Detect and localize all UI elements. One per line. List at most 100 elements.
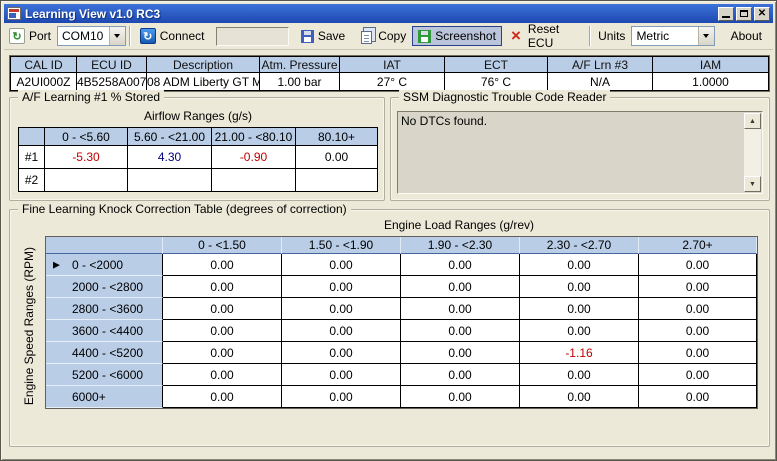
af-col-header[interactable]: 80.10+ <box>296 128 378 146</box>
knock-value-cell[interactable]: 0.00 <box>401 276 520 298</box>
af-corner-cell[interactable] <box>19 128 45 146</box>
knock-value-cell[interactable]: 0.00 <box>163 320 282 342</box>
knock-value-cell[interactable]: 0.00 <box>639 386 757 408</box>
af-value-cell[interactable]: -5.30 <box>45 146 128 169</box>
knock-row-header[interactable]: 5200 - <6000 <box>46 364 163 386</box>
knock-value-cell[interactable]: 0.00 <box>639 342 757 364</box>
close-button[interactable]: ✕ <box>754 7 770 21</box>
knock-value-cell[interactable]: 0.00 <box>282 320 401 342</box>
knock-value-cell[interactable]: 0.00 <box>163 298 282 320</box>
knock-value-cell[interactable]: 0.00 <box>401 364 520 386</box>
af-col-header[interactable]: 21.00 - <80.10 <box>212 128 296 146</box>
knock-value-cell[interactable]: 0.00 <box>163 342 282 364</box>
knock-value-cell[interactable]: 0.00 <box>282 342 401 364</box>
units-select[interactable]: Metric <box>631 26 714 46</box>
reset-ecu-label: Reset ECU <box>528 22 580 50</box>
knock-row-header[interactable]: 3600 - <4400 <box>46 320 163 342</box>
ecu-col-header: CAL ID <box>11 57 77 73</box>
af-value-cell[interactable]: 0.00 <box>296 146 378 169</box>
af-value-cell[interactable] <box>128 169 212 192</box>
knock-corner-cell[interactable] <box>46 237 163 254</box>
port-select-dropdown-button[interactable] <box>109 27 125 45</box>
af-value-cell[interactable] <box>45 169 128 192</box>
ecu-col-header: ECT <box>445 57 548 73</box>
connect-label: Connect <box>160 29 205 43</box>
knock-value-cell[interactable]: 0.00 <box>163 386 282 408</box>
knock-value-cell[interactable]: 0.00 <box>401 320 520 342</box>
knock-value-cell[interactable]: 0.00 <box>401 386 520 408</box>
units-select-value: Metric <box>632 29 697 43</box>
dtc-scrollbar[interactable]: ▲ ▼ <box>744 113 761 192</box>
knock-col-header[interactable]: 1.50 - <1.90 <box>282 237 401 254</box>
save-button[interactable]: Save <box>295 26 351 46</box>
knock-table-row: 4400 - <52000.000.000.00-1.160.00 <box>46 342 757 364</box>
af-col-header[interactable]: 5.60 - <21.00 <box>128 128 212 146</box>
knock-value-cell[interactable]: 0.00 <box>639 364 757 386</box>
knock-value-cell[interactable]: 0.00 <box>282 386 401 408</box>
connect-icon: ↻ <box>140 28 156 44</box>
ecu-col-header: IAM <box>653 57 769 73</box>
knock-col-header[interactable]: 0 - <1.50 <box>163 237 282 254</box>
maximize-button[interactable] <box>736 7 752 21</box>
copy-label: Copy <box>378 29 406 43</box>
knock-col-header[interactable]: 2.30 - <2.70 <box>520 237 639 254</box>
knock-value-cell[interactable]: 0.00 <box>282 254 401 276</box>
knock-value-cell[interactable]: 0.00 <box>282 364 401 386</box>
knock-row-header[interactable]: 2800 - <3600 <box>46 298 163 320</box>
save-floppy-icon <box>301 30 314 43</box>
knock-value-cell[interactable]: 0.00 <box>282 276 401 298</box>
port-label: Port <box>25 29 55 43</box>
knock-value-cell[interactable]: 0.00 <box>401 298 520 320</box>
scroll-down-button[interactable]: ▼ <box>744 176 761 192</box>
ecu-value-cell: 76° C <box>445 73 548 91</box>
knock-value-cell[interactable]: 0.00 <box>639 298 757 320</box>
port-select[interactable]: COM10 <box>57 26 126 46</box>
af-value-cell[interactable] <box>212 169 296 192</box>
knock-value-cell[interactable]: 0.00 <box>163 364 282 386</box>
units-select-dropdown-button[interactable] <box>698 27 714 45</box>
copy-button[interactable]: Copy <box>351 25 412 47</box>
knock-value-cell[interactable]: 0.00 <box>520 320 639 342</box>
knock-value-cell[interactable]: 0.00 <box>520 254 639 276</box>
af-row-header[interactable]: #2 <box>19 169 45 192</box>
knock-value-cell[interactable]: 0.00 <box>401 342 520 364</box>
dtc-textarea[interactable]: No DTCs found. ▲ ▼ <box>397 111 763 194</box>
port-refresh-icon[interactable]: ↻ <box>9 28 25 44</box>
about-button[interactable]: About <box>725 26 768 46</box>
toolbar-separator <box>129 26 131 46</box>
reset-ecu-button[interactable]: × Reset ECU <box>502 19 586 53</box>
knock-row-header[interactable]: 2000 - <2800 <box>46 276 163 298</box>
knock-col-header[interactable]: 1.90 - <2.30 <box>401 237 520 254</box>
af-learning-table: 0 - <5.605.60 - <21.0021.00 - <80.1080.1… <box>18 127 378 192</box>
knock-value-cell[interactable]: 0.00 <box>401 254 520 276</box>
knock-row-header[interactable]: 4400 - <5200 <box>46 342 163 364</box>
knock-value-cell[interactable]: 0.00 <box>163 276 282 298</box>
knock-value-cell[interactable]: 0.00 <box>639 254 757 276</box>
knock-value-cell[interactable]: 0.00 <box>639 276 757 298</box>
knock-value-cell[interactable]: 0.00 <box>282 298 401 320</box>
knock-value-cell[interactable]: 0.00 <box>163 254 282 276</box>
knock-col-header[interactable]: 2.70+ <box>639 237 757 254</box>
screenshot-button[interactable]: Screenshot <box>412 26 502 46</box>
knock-value-cell[interactable]: 0.00 <box>520 364 639 386</box>
af-col-header[interactable]: 0 - <5.60 <box>45 128 128 146</box>
connect-status-field[interactable] <box>216 27 288 46</box>
knock-value-cell[interactable]: -1.16 <box>520 342 639 364</box>
minimize-button[interactable] <box>718 7 734 21</box>
knock-value-cell[interactable]: 0.00 <box>520 276 639 298</box>
title-bar[interactable]: Learning View v1.0 RC3 ✕ <box>4 4 773 23</box>
knock-row-header[interactable]: 6000+ <box>46 386 163 408</box>
close-icon: ✕ <box>758 9 766 19</box>
af-value-cell[interactable]: -0.90 <box>212 146 296 169</box>
knock-value-cell[interactable]: 0.00 <box>520 298 639 320</box>
connect-button[interactable]: ↻ Connect <box>134 25 211 47</box>
af-value-cell[interactable]: 4.30 <box>128 146 212 169</box>
af-value-cell[interactable] <box>296 169 378 192</box>
knock-value-cell[interactable]: 0.00 <box>639 320 757 342</box>
af-table-row: #1-5.304.30-0.900.00 <box>19 146 378 169</box>
knock-value-cell[interactable]: 0.00 <box>520 386 639 408</box>
dtc-group: SSM Diagnostic Trouble Code Reader No DT… <box>390 97 770 201</box>
scroll-up-button[interactable]: ▲ <box>744 113 761 129</box>
knock-row-header[interactable]: 0 - <2000▶ <box>46 254 163 276</box>
af-row-header[interactable]: #1 <box>19 146 45 169</box>
